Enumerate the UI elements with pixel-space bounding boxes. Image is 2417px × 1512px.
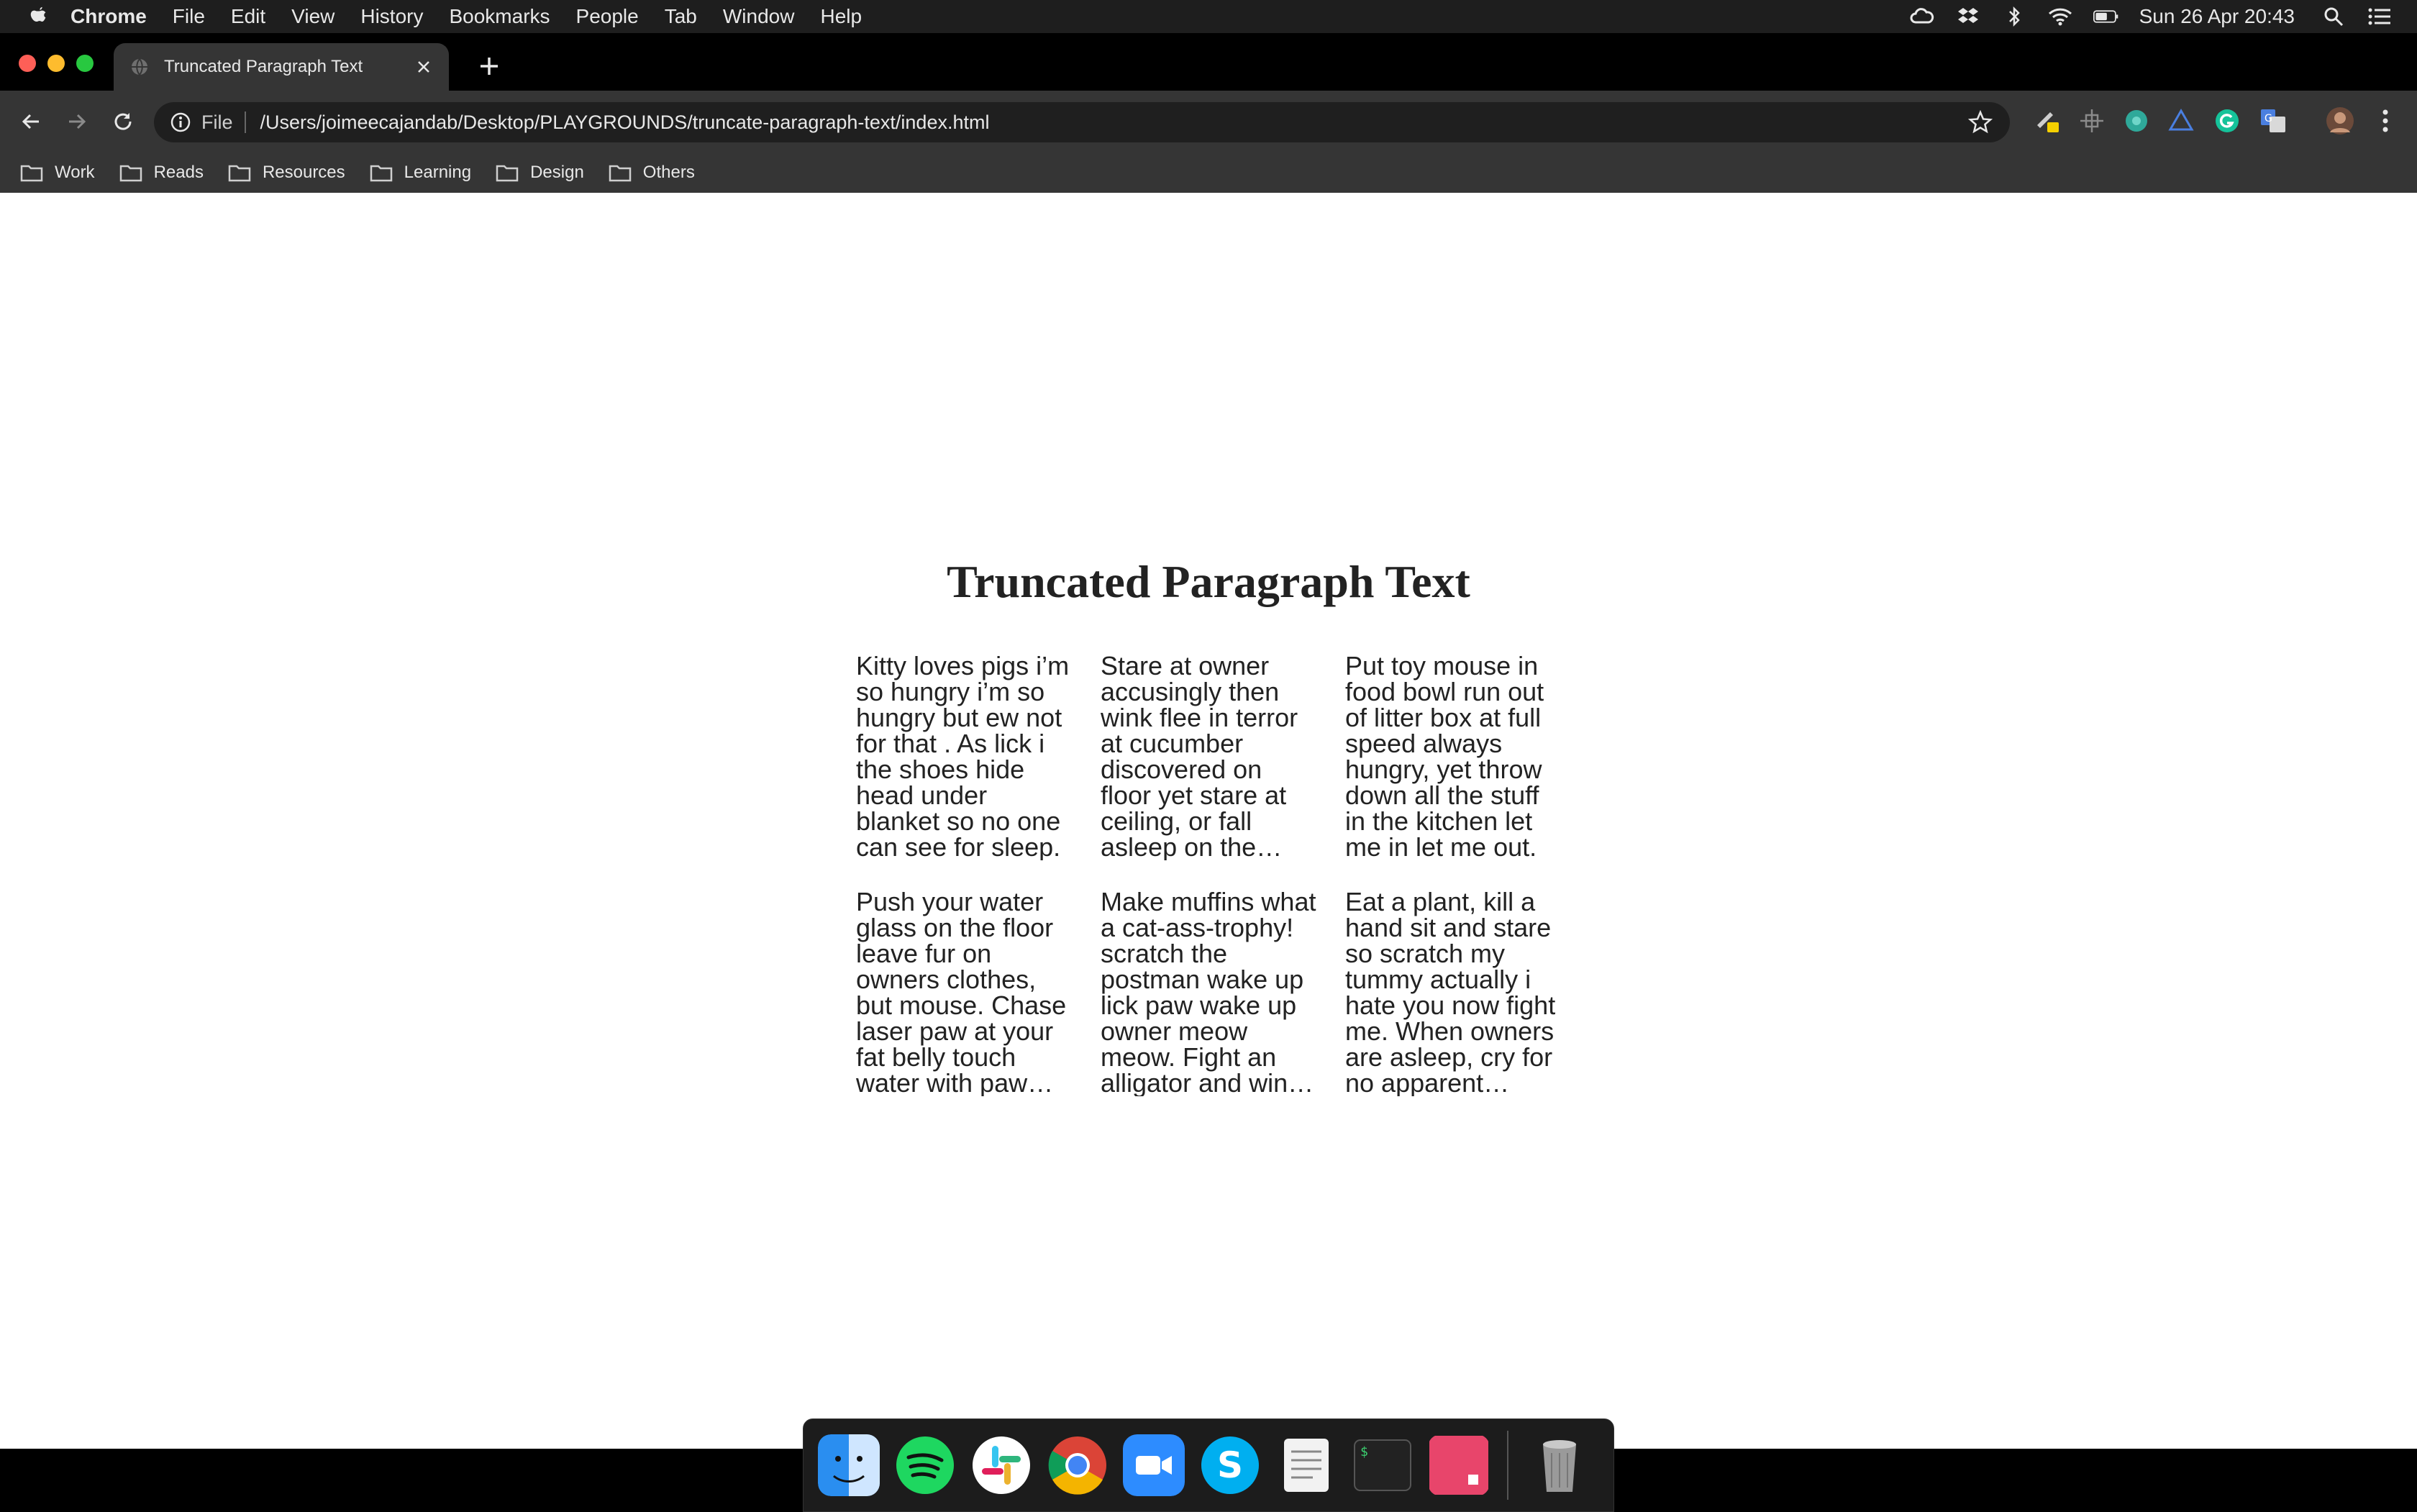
bookmark-work[interactable]: Work bbox=[20, 163, 95, 183]
bookmark-label: Learning bbox=[404, 163, 472, 182]
tab-active[interactable]: Truncated Paragraph Text bbox=[114, 43, 449, 91]
new-tab-icon[interactable] bbox=[476, 53, 502, 79]
bookmarks-bar: Work Reads Resources Learning Design Oth… bbox=[0, 152, 2417, 194]
menu-tab[interactable]: Tab bbox=[665, 5, 697, 28]
menu-window[interactable]: Window bbox=[723, 5, 795, 28]
menu-view[interactable]: View bbox=[291, 5, 334, 28]
status-area: Sun 26 Apr 20:43 bbox=[1909, 0, 2417, 33]
tab-close-icon[interactable] bbox=[413, 56, 434, 78]
menu-help[interactable]: Help bbox=[820, 5, 862, 28]
bookmark-resources[interactable]: Resources bbox=[228, 163, 345, 183]
dropbox-icon[interactable] bbox=[1955, 6, 1981, 27]
menu-history[interactable]: History bbox=[360, 5, 423, 28]
folder-icon bbox=[228, 165, 251, 182]
truncated-paragraph: Stare at owner accusingly then wink flee… bbox=[1101, 653, 1298, 860]
bookmark-label: Resources bbox=[262, 163, 345, 182]
globe-icon bbox=[132, 58, 147, 76]
skype-icon[interactable]: S bbox=[1199, 1434, 1261, 1496]
truncated-paragraph: Eat a plant, kill a hand sit and stare s… bbox=[1345, 889, 1556, 1096]
finder-icon[interactable] bbox=[818, 1434, 880, 1496]
reload-icon[interactable] bbox=[106, 105, 140, 138]
page-title: Truncated Paragraph Text bbox=[947, 556, 1470, 607]
menu-people[interactable]: People bbox=[576, 5, 639, 28]
truncated-paragraph: Make muffins what a cat-ass-trophy! scra… bbox=[1101, 889, 1316, 1096]
svg-text:$: $ bbox=[1360, 1444, 1368, 1459]
address-bar[interactable]: File /Users/joimeecajandab/Desktop/PLAYG… bbox=[154, 102, 2010, 142]
zoom-icon[interactable] bbox=[1123, 1434, 1185, 1496]
notes-icon[interactable] bbox=[1275, 1434, 1337, 1496]
info-icon[interactable] bbox=[170, 111, 191, 133]
dock: S $ bbox=[803, 1418, 1614, 1512]
minimize-window-button[interactable] bbox=[47, 55, 65, 72]
trash-icon[interactable] bbox=[1529, 1434, 1590, 1496]
bookmark-design[interactable]: Design bbox=[496, 163, 584, 183]
folder-icon bbox=[496, 165, 519, 182]
grammarly-icon[interactable] bbox=[2213, 106, 2241, 135]
forward-arrow-icon[interactable] bbox=[60, 105, 94, 138]
notification-center-icon[interactable] bbox=[2367, 6, 2393, 27]
bookmark-label: Design bbox=[530, 163, 584, 182]
tab-title: Truncated Paragraph Text bbox=[164, 57, 363, 76]
bookmark-others[interactable]: Others bbox=[609, 163, 695, 183]
battery-icon[interactable] bbox=[2093, 6, 2119, 27]
profile-avatar[interactable] bbox=[2323, 106, 2357, 135]
creative-cloud-icon[interactable] bbox=[1909, 6, 1935, 27]
bookmark-learning[interactable]: Learning bbox=[370, 163, 471, 183]
menu-clock[interactable]: Sun 26 Apr 20:43 bbox=[2139, 5, 2295, 28]
dock-divider bbox=[1507, 1431, 1508, 1500]
bookmark-reads[interactable]: Reads bbox=[119, 163, 204, 183]
truncated-paragraph: Put toy mouse in food bowl run out of li… bbox=[1345, 653, 1544, 860]
truncated-paragraph: Kitty loves pigs i’m so hungry i’m so hu… bbox=[856, 653, 1070, 860]
menu-file[interactable]: File bbox=[173, 5, 205, 28]
tab-strip: Truncated Paragraph Text bbox=[0, 33, 2417, 91]
folder-icon bbox=[119, 165, 142, 182]
teal-extension-icon[interactable] bbox=[2122, 106, 2151, 135]
menu-bookmarks[interactable]: Bookmarks bbox=[449, 5, 550, 28]
menu-bar: Chrome File Edit View History Bookmarks … bbox=[0, 0, 2417, 33]
slack-icon[interactable] bbox=[970, 1434, 1032, 1496]
bookmark-label: Reads bbox=[153, 163, 204, 182]
wifi-icon[interactable] bbox=[2047, 6, 2073, 27]
omnibox-separator bbox=[244, 111, 246, 133]
bookmark-label: Others bbox=[642, 163, 695, 182]
url-text[interactable]: /Users/joimeecajandab/Desktop/PLAYGROUND… bbox=[260, 111, 1968, 134]
folder-icon bbox=[370, 165, 392, 182]
back-arrow-icon[interactable] bbox=[14, 105, 47, 138]
app-icon[interactable] bbox=[1428, 1434, 1490, 1496]
menu-app-chrome[interactable]: Chrome bbox=[70, 5, 147, 28]
translate-icon[interactable]: G bbox=[2259, 106, 2288, 135]
bookmark-label: Work bbox=[55, 163, 95, 182]
drive-extension-icon[interactable] bbox=[2167, 106, 2195, 135]
svg-text:G: G bbox=[2264, 113, 2272, 124]
paragraph-grid: Kitty loves pigs i’m so hungry i’m so hu… bbox=[856, 653, 1568, 1096]
folder-icon bbox=[20, 165, 43, 182]
measure-extension-icon[interactable] bbox=[2077, 106, 2106, 135]
spotify-icon[interactable] bbox=[894, 1434, 956, 1496]
spotlight-search-icon[interactable] bbox=[2321, 6, 2347, 27]
close-window-button[interactable] bbox=[19, 55, 36, 72]
apple-icon[interactable] bbox=[29, 6, 49, 27]
kebab-menu-icon[interactable] bbox=[2371, 106, 2400, 135]
terminal-icon[interactable]: $ bbox=[1352, 1434, 1414, 1496]
zoom-window-button[interactable] bbox=[76, 55, 94, 72]
bluetooth-icon[interactable] bbox=[2001, 6, 2027, 27]
svg-text:S: S bbox=[1217, 1444, 1243, 1486]
chrome-icon[interactable] bbox=[1047, 1434, 1109, 1496]
page-content: Truncated Paragraph Text Kitty loves pig… bbox=[0, 193, 2417, 1449]
menu-edit[interactable]: Edit bbox=[231, 5, 265, 28]
bookmark-star-icon[interactable] bbox=[1968, 110, 1993, 135]
browser-window: Truncated Paragraph Text File /Users/joi… bbox=[0, 33, 2417, 1449]
scheme-label: File bbox=[201, 111, 233, 133]
folder-icon bbox=[609, 165, 632, 182]
highlighter-extension-icon[interactable] bbox=[2033, 106, 2062, 135]
browser-toolbar: File /Users/joimeecajandab/Desktop/PLAYG… bbox=[0, 91, 2417, 152]
truncated-paragraph: Push your water glass on the floor leave… bbox=[856, 889, 1067, 1096]
